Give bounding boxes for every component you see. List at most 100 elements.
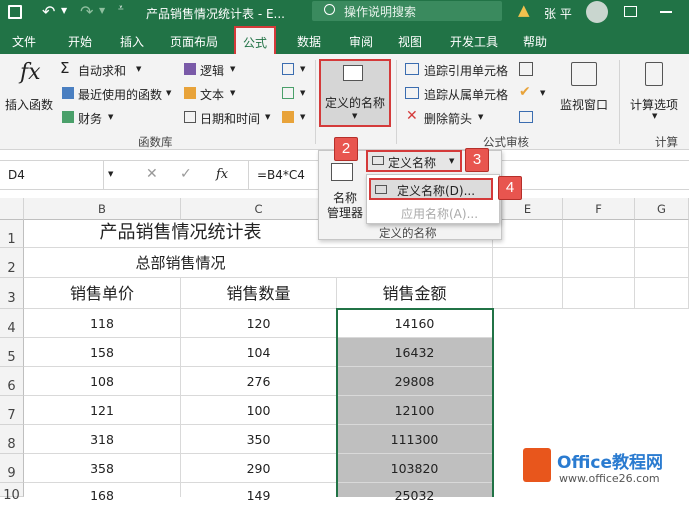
recent-functions-button[interactable]: 最近使用的函数: [78, 86, 162, 103]
cell-e2[interactable]: [493, 248, 563, 278]
cell-g3[interactable]: [635, 278, 689, 309]
financial-icon[interactable]: [62, 111, 74, 123]
cell-f1[interactable]: [563, 220, 635, 248]
name-manager-icon[interactable]: [331, 163, 353, 181]
tab-home[interactable]: 开始: [68, 33, 92, 50]
text-dropdown-icon[interactable]: ▼: [230, 89, 235, 97]
math-icon[interactable]: [282, 87, 294, 99]
table-cell[interactable]: 118: [24, 309, 181, 338]
show-formulas-icon[interactable]: [519, 62, 533, 76]
cell-e1[interactable]: [493, 220, 563, 248]
table-cell[interactable]: 350: [181, 425, 337, 454]
evaluate-formula-icon[interactable]: [519, 111, 533, 123]
cell-d2[interactable]: [337, 248, 493, 278]
datetime-dropdown-icon[interactable]: ▼: [265, 113, 270, 121]
sheet-title[interactable]: 产品销售情况统计表: [24, 220, 337, 248]
financial-button[interactable]: 财务: [78, 110, 102, 127]
enter-icon[interactable]: ✓: [180, 166, 192, 182]
table-cell[interactable]: 149: [181, 483, 337, 503]
search-box[interactable]: 操作说明搜索: [312, 1, 502, 21]
table-cell[interactable]: 276: [181, 367, 337, 396]
watch-window-icon[interactable]: [571, 62, 597, 86]
row-header-2[interactable]: 2: [0, 248, 24, 278]
remove-arrows-icon[interactable]: ✕: [406, 108, 418, 124]
header-amount[interactable]: 销售金额: [337, 278, 493, 309]
row-header-1[interactable]: 1: [0, 220, 24, 248]
user-name[interactable]: 张 平: [544, 5, 572, 22]
tab-file[interactable]: 文件: [12, 33, 36, 50]
autosum-icon[interactable]: Σ: [60, 59, 69, 77]
table-cell[interactable]: 158: [24, 338, 181, 367]
redo-dropdown-icon[interactable]: ▼: [99, 6, 105, 15]
row-header-7[interactable]: 7: [0, 396, 24, 425]
ribbon-display-icon[interactable]: [624, 6, 637, 17]
minimize-icon[interactable]: [660, 11, 672, 13]
tab-page-layout[interactable]: 页面布局: [170, 33, 218, 50]
cancel-icon[interactable]: ✕: [146, 166, 158, 182]
cell-f3[interactable]: [563, 278, 635, 309]
error-checking-icon[interactable]: ✔: [519, 84, 531, 100]
logical-button[interactable]: 逻辑: [200, 62, 224, 79]
calc-options-icon[interactable]: [645, 62, 663, 86]
math-dropdown-icon[interactable]: ▼: [300, 89, 305, 97]
cell-e3[interactable]: [493, 278, 563, 309]
table-cell[interactable]: 121: [24, 396, 181, 425]
calc-options-button[interactable]: 计算选项: [630, 96, 678, 113]
tab-help[interactable]: 帮助: [523, 33, 547, 50]
insert-function-icon[interactable]: fx: [20, 60, 41, 85]
row-header-3[interactable]: 3: [0, 278, 24, 309]
select-all-corner[interactable]: [0, 198, 24, 220]
define-name-dropdown-button[interactable]: 定义名称 ▼: [366, 150, 462, 172]
name-manager-label-2[interactable]: 管理器: [327, 204, 363, 221]
table-cell[interactable]: 168: [24, 483, 181, 503]
name-box-dropdown-icon[interactable]: ▼: [108, 170, 113, 178]
autosum-dropdown-icon[interactable]: ▼: [136, 65, 141, 73]
text-icon[interactable]: [184, 87, 196, 99]
calc-options-dropdown-icon[interactable]: ▼: [652, 112, 657, 120]
tab-formulas[interactable]: 公式: [234, 26, 277, 54]
tab-data[interactable]: 数据: [297, 33, 321, 50]
header-quantity[interactable]: 销售数量: [181, 278, 337, 309]
table-cell[interactable]: 100: [181, 396, 337, 425]
column-header-b[interactable]: B: [24, 198, 181, 220]
tab-insert[interactable]: 插入: [120, 33, 144, 50]
recent-functions-icon[interactable]: [62, 87, 74, 99]
table-cell[interactable]: 108: [24, 367, 181, 396]
autosum-button[interactable]: 自动求和: [78, 62, 126, 79]
cell-g2[interactable]: [635, 248, 689, 278]
sheet-subtitle[interactable]: 总部销售情况: [24, 248, 337, 278]
datetime-icon[interactable]: [184, 111, 196, 123]
row-header-4[interactable]: 4: [0, 309, 24, 338]
more-dropdown-icon[interactable]: ▼: [300, 113, 305, 121]
financial-dropdown-icon[interactable]: ▼: [108, 113, 113, 121]
error-checking-dropdown-icon[interactable]: ▼: [540, 89, 545, 97]
insert-function-button[interactable]: 插入函数: [5, 96, 53, 113]
column-header-g[interactable]: G: [635, 198, 689, 220]
row-header-5[interactable]: 5: [0, 338, 24, 367]
trace-precedents-icon[interactable]: [405, 63, 419, 75]
cell-f2[interactable]: [563, 248, 635, 278]
avatar[interactable]: [586, 1, 608, 23]
tab-view[interactable]: 视图: [398, 33, 422, 50]
table-cell[interactable]: 290: [181, 454, 337, 483]
remove-arrows-button[interactable]: 删除箭头: [424, 110, 472, 127]
customize-toolbar-icon[interactable]: ⩡: [118, 3, 124, 14]
row-header-10[interactable]: 10: [0, 483, 24, 503]
menu-item-define-name[interactable]: 定义名称(D)...: [369, 178, 493, 200]
recent-dropdown-icon[interactable]: ▼: [166, 89, 171, 97]
header-unit-price[interactable]: 销售单价: [24, 278, 181, 309]
logical-dropdown-icon[interactable]: ▼: [230, 65, 235, 73]
row-header-9[interactable]: 9: [0, 454, 24, 483]
lookup-dropdown-icon[interactable]: ▼: [300, 65, 305, 73]
tab-review[interactable]: 审阅: [349, 33, 373, 50]
column-header-e[interactable]: E: [493, 198, 563, 220]
trace-dependents-button[interactable]: 追踪从属单元格: [424, 86, 508, 103]
table-cell[interactable]: 318: [24, 425, 181, 454]
remove-arrows-dropdown-icon[interactable]: ▼: [478, 113, 483, 121]
column-header-f[interactable]: F: [563, 198, 635, 220]
warning-icon[interactable]: ▲: [518, 1, 530, 19]
datetime-button[interactable]: 日期和时间: [200, 110, 260, 127]
insert-function-icon[interactable]: fx: [216, 167, 228, 182]
cell-g1[interactable]: [635, 220, 689, 248]
undo-icon[interactable]: ↶: [42, 2, 55, 21]
